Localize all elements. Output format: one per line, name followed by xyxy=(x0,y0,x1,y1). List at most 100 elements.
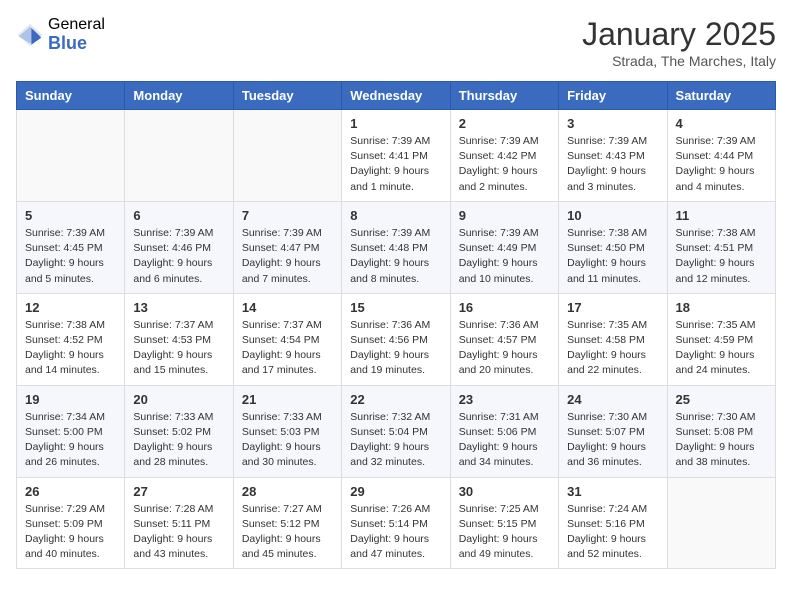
day-header-tuesday: Tuesday xyxy=(233,82,341,110)
day-info: Sunrise: 7:28 AM Sunset: 5:11 PM Dayligh… xyxy=(133,502,224,563)
day-header-monday: Monday xyxy=(125,82,233,110)
calendar-cell xyxy=(667,477,775,569)
day-info: Sunrise: 7:36 AM Sunset: 4:57 PM Dayligh… xyxy=(459,318,550,379)
day-info: Sunrise: 7:38 AM Sunset: 4:50 PM Dayligh… xyxy=(567,226,658,287)
calendar-cell: 3 Sunrise: 7:39 AM Sunset: 4:43 PM Daylig… xyxy=(559,110,667,202)
day-number: 27 xyxy=(133,484,224,499)
day-info: Sunrise: 7:39 AM Sunset: 4:47 PM Dayligh… xyxy=(242,226,333,287)
calendar-cell: 17 Sunrise: 7:35 AM Sunset: 4:58 PM Dayli… xyxy=(559,293,667,385)
day-number: 21 xyxy=(242,392,333,407)
calendar-cell: 23 Sunrise: 7:31 AM Sunset: 5:06 PM Dayli… xyxy=(450,385,558,477)
day-info: Sunrise: 7:37 AM Sunset: 4:54 PM Dayligh… xyxy=(242,318,333,379)
calendar-cell: 6 Sunrise: 7:39 AM Sunset: 4:46 PM Daylig… xyxy=(125,201,233,293)
day-header-wednesday: Wednesday xyxy=(342,82,450,110)
day-number: 30 xyxy=(459,484,550,499)
day-info: Sunrise: 7:39 AM Sunset: 4:44 PM Dayligh… xyxy=(676,134,767,195)
calendar-cell: 2Sunrise: 7:39 AM Sunset: 4:42 PM Daylig… xyxy=(450,110,558,202)
day-number: 29 xyxy=(350,484,441,499)
day-number: 15 xyxy=(350,300,441,315)
day-info: Sunrise: 7:29 AM Sunset: 5:09 PM Dayligh… xyxy=(25,502,116,563)
logo-icon xyxy=(16,21,44,49)
day-number: 31 xyxy=(567,484,658,499)
calendar-cell: 18Sunrise: 7:35 AM Sunset: 4:59 PM Dayli… xyxy=(667,293,775,385)
day-info: Sunrise: 7:35 AM Sunset: 4:58 PM Dayligh… xyxy=(567,318,658,379)
day-info: Sunrise: 7:33 AM Sunset: 5:02 PM Dayligh… xyxy=(133,410,224,471)
calendar-cell: 4 Sunrise: 7:39 AM Sunset: 4:44 PM Daylig… xyxy=(667,110,775,202)
day-info: Sunrise: 7:39 AM Sunset: 4:49 PM Dayligh… xyxy=(459,226,550,287)
calendar-cell: 15Sunrise: 7:36 AM Sunset: 4:56 PM Dayli… xyxy=(342,293,450,385)
calendar-cell: 7 Sunrise: 7:39 AM Sunset: 4:47 PM Daylig… xyxy=(233,201,341,293)
calendar-cell xyxy=(17,110,125,202)
day-number: 20 xyxy=(133,392,224,407)
logo-text: General Blue xyxy=(48,16,105,53)
calendar-cell: 1Sunrise: 7:39 AM Sunset: 4:41 PM Daylig… xyxy=(342,110,450,202)
day-number: 14 xyxy=(242,300,333,315)
calendar-cell: 16 Sunrise: 7:36 AM Sunset: 4:57 PM Dayli… xyxy=(450,293,558,385)
day-number: 26 xyxy=(25,484,116,499)
calendar-cell: 19Sunrise: 7:34 AM Sunset: 5:00 PM Dayli… xyxy=(17,385,125,477)
day-number: 18 xyxy=(676,300,767,315)
day-info: Sunrise: 7:30 AM Sunset: 5:07 PM Dayligh… xyxy=(567,410,658,471)
day-info: Sunrise: 7:25 AM Sunset: 5:15 PM Dayligh… xyxy=(459,502,550,563)
day-number: 11 xyxy=(676,208,767,223)
calendar-cell: 25Sunrise: 7:30 AM Sunset: 5:08 PM Dayli… xyxy=(667,385,775,477)
day-number: 3 xyxy=(567,116,658,131)
day-info: Sunrise: 7:26 AM Sunset: 5:14 PM Dayligh… xyxy=(350,502,441,563)
calendar-cell: 24Sunrise: 7:30 AM Sunset: 5:07 PM Dayli… xyxy=(559,385,667,477)
day-number: 25 xyxy=(676,392,767,407)
day-header-sunday: Sunday xyxy=(17,82,125,110)
logo-general: General xyxy=(48,16,105,34)
title-area: January 2025 Strada, The Marches, Italy xyxy=(582,16,776,69)
calendar-cell: 14 Sunrise: 7:37 AM Sunset: 4:54 PM Dayli… xyxy=(233,293,341,385)
day-number: 10 xyxy=(567,208,658,223)
day-info: Sunrise: 7:31 AM Sunset: 5:06 PM Dayligh… xyxy=(459,410,550,471)
day-number: 16 xyxy=(459,300,550,315)
day-number: 8 xyxy=(350,208,441,223)
calendar-cell: 10 Sunrise: 7:38 AM Sunset: 4:50 PM Dayli… xyxy=(559,201,667,293)
calendar-cell: 20 Sunrise: 7:33 AM Sunset: 5:02 PM Dayli… xyxy=(125,385,233,477)
day-header-saturday: Saturday xyxy=(667,82,775,110)
calendar-cell: 27 Sunrise: 7:28 AM Sunset: 5:11 PM Dayli… xyxy=(125,477,233,569)
calendar-week-5: 26 Sunrise: 7:29 AM Sunset: 5:09 PM Dayli… xyxy=(17,477,776,569)
day-number: 4 xyxy=(676,116,767,131)
day-info: Sunrise: 7:39 AM Sunset: 4:48 PM Dayligh… xyxy=(350,226,441,287)
day-number: 19 xyxy=(25,392,116,407)
day-number: 13 xyxy=(133,300,224,315)
location-subtitle: Strada, The Marches, Italy xyxy=(582,53,776,69)
calendar-cell xyxy=(125,110,233,202)
calendar-cell: 21 Sunrise: 7:33 AM Sunset: 5:03 PM Dayli… xyxy=(233,385,341,477)
calendar-cell: 5Sunrise: 7:39 AM Sunset: 4:45 PM Daylig… xyxy=(17,201,125,293)
logo: General Blue xyxy=(16,16,105,53)
day-header-friday: Friday xyxy=(559,82,667,110)
day-info: Sunrise: 7:37 AM Sunset: 4:53 PM Dayligh… xyxy=(133,318,224,379)
calendar-cell: 9 Sunrise: 7:39 AM Sunset: 4:49 PM Daylig… xyxy=(450,201,558,293)
day-info: Sunrise: 7:39 AM Sunset: 4:46 PM Dayligh… xyxy=(133,226,224,287)
day-number: 23 xyxy=(459,392,550,407)
day-info: Sunrise: 7:39 AM Sunset: 4:42 PM Dayligh… xyxy=(459,134,550,195)
day-info: Sunrise: 7:27 AM Sunset: 5:12 PM Dayligh… xyxy=(242,502,333,563)
day-number: 9 xyxy=(459,208,550,223)
calendar-cell: 31Sunrise: 7:24 AM Sunset: 5:16 PM Dayli… xyxy=(559,477,667,569)
calendar-header-row: SundayMondayTuesdayWednesdayThursdayFrid… xyxy=(17,82,776,110)
calendar-cell: 12Sunrise: 7:38 AM Sunset: 4:52 PM Dayli… xyxy=(17,293,125,385)
month-title: January 2025 xyxy=(582,16,776,53)
day-number: 6 xyxy=(133,208,224,223)
day-info: Sunrise: 7:33 AM Sunset: 5:03 PM Dayligh… xyxy=(242,410,333,471)
calendar-week-1: 1Sunrise: 7:39 AM Sunset: 4:41 PM Daylig… xyxy=(17,110,776,202)
day-number: 5 xyxy=(25,208,116,223)
day-number: 17 xyxy=(567,300,658,315)
day-info: Sunrise: 7:39 AM Sunset: 4:41 PM Dayligh… xyxy=(350,134,441,195)
day-header-thursday: Thursday xyxy=(450,82,558,110)
day-info: Sunrise: 7:32 AM Sunset: 5:04 PM Dayligh… xyxy=(350,410,441,471)
calendar-cell: 28 Sunrise: 7:27 AM Sunset: 5:12 PM Dayli… xyxy=(233,477,341,569)
day-number: 7 xyxy=(242,208,333,223)
calendar-cell: 22Sunrise: 7:32 AM Sunset: 5:04 PM Dayli… xyxy=(342,385,450,477)
calendar-table: SundayMondayTuesdayWednesdayThursdayFrid… xyxy=(16,81,776,569)
calendar-cell: 13 Sunrise: 7:37 AM Sunset: 4:53 PM Dayli… xyxy=(125,293,233,385)
calendar-cell xyxy=(233,110,341,202)
day-info: Sunrise: 7:39 AM Sunset: 4:43 PM Dayligh… xyxy=(567,134,658,195)
day-number: 28 xyxy=(242,484,333,499)
calendar-week-4: 19Sunrise: 7:34 AM Sunset: 5:00 PM Dayli… xyxy=(17,385,776,477)
day-info: Sunrise: 7:38 AM Sunset: 4:51 PM Dayligh… xyxy=(676,226,767,287)
calendar-week-3: 12Sunrise: 7:38 AM Sunset: 4:52 PM Dayli… xyxy=(17,293,776,385)
